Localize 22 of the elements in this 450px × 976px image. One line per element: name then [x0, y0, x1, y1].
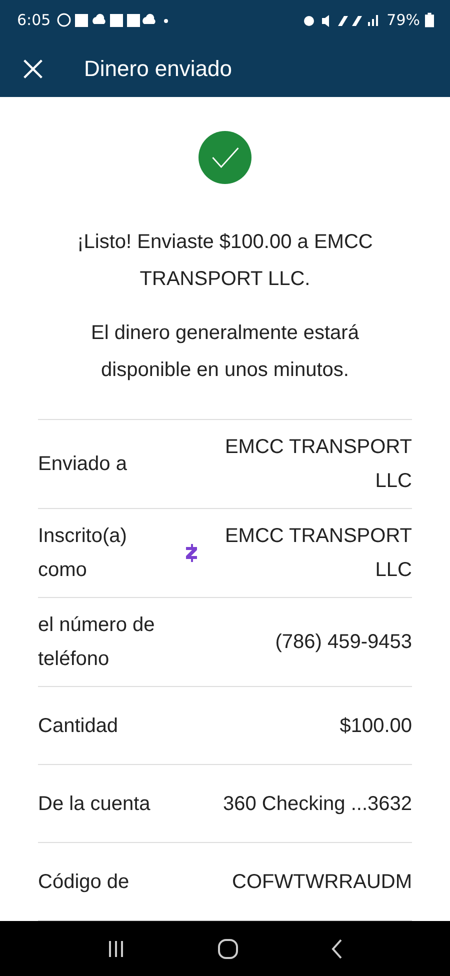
- detail-value: EMCC TRANSPORT LLC: [224, 524, 412, 583]
- detail-value: EMCC TRANSPORT LLC: [224, 435, 412, 494]
- detail-label: De la cuenta: [38, 792, 152, 816]
- detail-label: Cantidad: [38, 714, 120, 738]
- detail-value: 360 Checking ...3632: [222, 792, 412, 816]
- screen-title: Dinero enviado: [84, 56, 232, 82]
- confirmation-message: El dinero generalmente estará disponible en unos minutos.: [90, 321, 360, 383]
- battery-icon: [425, 12, 434, 28]
- battery-percent: 79%: [386, 11, 420, 29]
- back-button[interactable]: [331, 938, 344, 958]
- detail-label: Inscrito(a) como: [38, 524, 128, 583]
- detail-label: Enviado a: [38, 452, 128, 477]
- detail-label: el número de teléfono: [38, 613, 156, 672]
- recent-apps-button[interactable]: [106, 940, 125, 958]
- detail-label: Código de: [38, 870, 130, 894]
- detail-value: COFWTWRRAUDM: [231, 870, 412, 894]
- detail-value: (786) 459-9453: [274, 630, 412, 655]
- home-button[interactable]: [218, 938, 238, 958]
- confirmation-message: ¡Listo! Enviaste $100.00 a EMCC TRANSPORT LLC.: [76, 230, 374, 292]
- detail-value: $100.00: [338, 714, 412, 738]
- status-time: 6:05: [17, 11, 51, 29]
- zelle-logo-icon: [186, 544, 198, 562]
